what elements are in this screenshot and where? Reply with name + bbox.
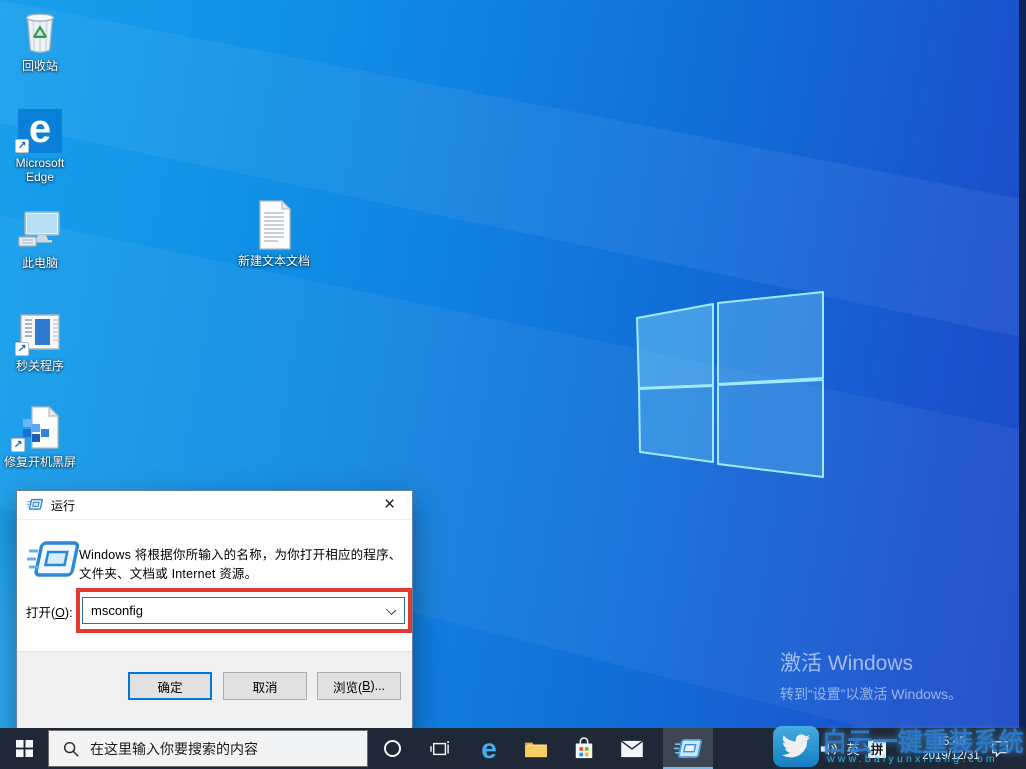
desktop-icon-label: 此电脑: [21, 256, 58, 270]
taskbar-edge-button[interactable]: e: [473, 728, 505, 769]
task-view-icon: [430, 740, 450, 755]
edge-icon: e: [481, 732, 497, 764]
desktop-icon-recycle-bin[interactable]: 回收站: [1, 6, 79, 73]
windows-start-icon: [15, 740, 33, 757]
run-icon: [674, 738, 702, 758]
mail-button[interactable]: [616, 728, 648, 769]
tray-date: 2019/12/31: [922, 749, 980, 762]
text-document-icon: [259, 199, 292, 250]
activation-watermark: 激活 Windows 转到“设置”以激活 Windows。: [780, 647, 962, 704]
annotation-highlight-box: [76, 588, 412, 633]
shortcut-arrow-icon: ↗: [15, 342, 29, 356]
run-dialog-titlebar[interactable]: 运行 ×: [17, 491, 412, 520]
ok-button[interactable]: 确定: [128, 672, 212, 700]
cortana-icon: [383, 740, 401, 757]
open-field-label: 打开(O):: [26, 606, 73, 620]
desktop-icon-this-pc[interactable]: 此电脑: [1, 203, 79, 270]
desktop-icon-new-text-document[interactable]: 新建文本文档: [232, 199, 316, 268]
task-view-button[interactable]: [424, 728, 456, 769]
ime-pinyin-indicator[interactable]: 拼: [866, 728, 888, 769]
taskbar: e: [0, 728, 1026, 769]
desktop-icon-fix-black-screen[interactable]: ↗ 修复开机黑屏: [1, 402, 79, 469]
tray-time: 15:45: [936, 735, 966, 748]
search-icon: [63, 741, 79, 757]
taskbar-clock[interactable]: 15:45 2019/12/31: [918, 728, 984, 769]
desktop-icon-quick-close-program[interactable]: ↗ 秒关程序: [1, 306, 79, 373]
cortana-button[interactable]: [376, 728, 408, 769]
mail-icon: [620, 739, 644, 757]
desktop-icon-label: 修复开机黑屏: [3, 455, 76, 469]
desktop-icon-label: 秒关程序: [15, 359, 64, 373]
this-pc-icon: [18, 211, 60, 247]
run-dialog-message-line2: 文件夹、文档或 Internet 资源。: [79, 567, 258, 581]
shortcut-arrow-icon: ↗: [15, 139, 29, 153]
volume-button[interactable]: [816, 728, 840, 769]
hidden-icons-chevron[interactable]: [798, 728, 814, 769]
search-input[interactable]: [90, 740, 350, 757]
file-explorer-button[interactable]: [520, 728, 552, 769]
desktop-icon-microsoft-edge[interactable]: e ↗ Microsoft Edge: [1, 103, 79, 184]
run-dialog-title: 运行: [51, 498, 76, 513]
pinyin-icon: 拼: [868, 739, 886, 758]
screen-right-edge: [1019, 0, 1026, 769]
taskbar-search-box[interactable]: [48, 730, 368, 767]
action-center-button[interactable]: [986, 728, 1014, 769]
speaker-icon: [820, 742, 837, 755]
taskbar-run-app-active[interactable]: [663, 728, 713, 769]
run-dialog-message-line1: Windows 将根据你所输入的名称，为你打开相应的程序、: [79, 548, 402, 562]
desktop-icon-label: 回收站: [21, 59, 58, 73]
desktop-icon-label: 新建文本文档: [237, 254, 310, 268]
run-icon-small: [27, 498, 43, 510]
file-explorer-icon: [525, 742, 547, 757]
windows-logo-wallpaper: [636, 291, 824, 478]
run-icon: [27, 541, 80, 577]
ime-language-indicator[interactable]: 英: [842, 728, 864, 769]
microsoft-store-button[interactable]: [568, 728, 600, 769]
store-icon: [575, 736, 593, 758]
cancel-button[interactable]: 取消: [223, 672, 307, 700]
browse-button[interactable]: 浏览(B)...: [317, 672, 401, 700]
activation-title: 激活 Windows: [780, 652, 914, 675]
notification-icon: [992, 741, 1008, 757]
start-button[interactable]: [0, 728, 48, 769]
run-dialog: 运行 × Windows 将根据你所输入的名称，为你打开相应的程序、 文件夹、文…: [16, 490, 413, 728]
desktop-icon-label: Microsoft Edge: [15, 156, 65, 184]
windows-desktop: 回收站 e ↗ Microsoft Edge 此电脑 ↗ 秒关程序 ↗ 修复开机…: [0, 0, 1026, 769]
recycle-bin-icon: [25, 13, 55, 53]
run-dialog-footer: 确定 取消 浏览(B)...: [17, 651, 412, 728]
activation-subtitle: 转到“设置”以激活 Windows。: [780, 686, 963, 702]
shortcut-arrow-icon: ↗: [11, 438, 25, 452]
close-icon[interactable]: ×: [367, 491, 412, 519]
chevron-up-icon: [799, 744, 810, 755]
